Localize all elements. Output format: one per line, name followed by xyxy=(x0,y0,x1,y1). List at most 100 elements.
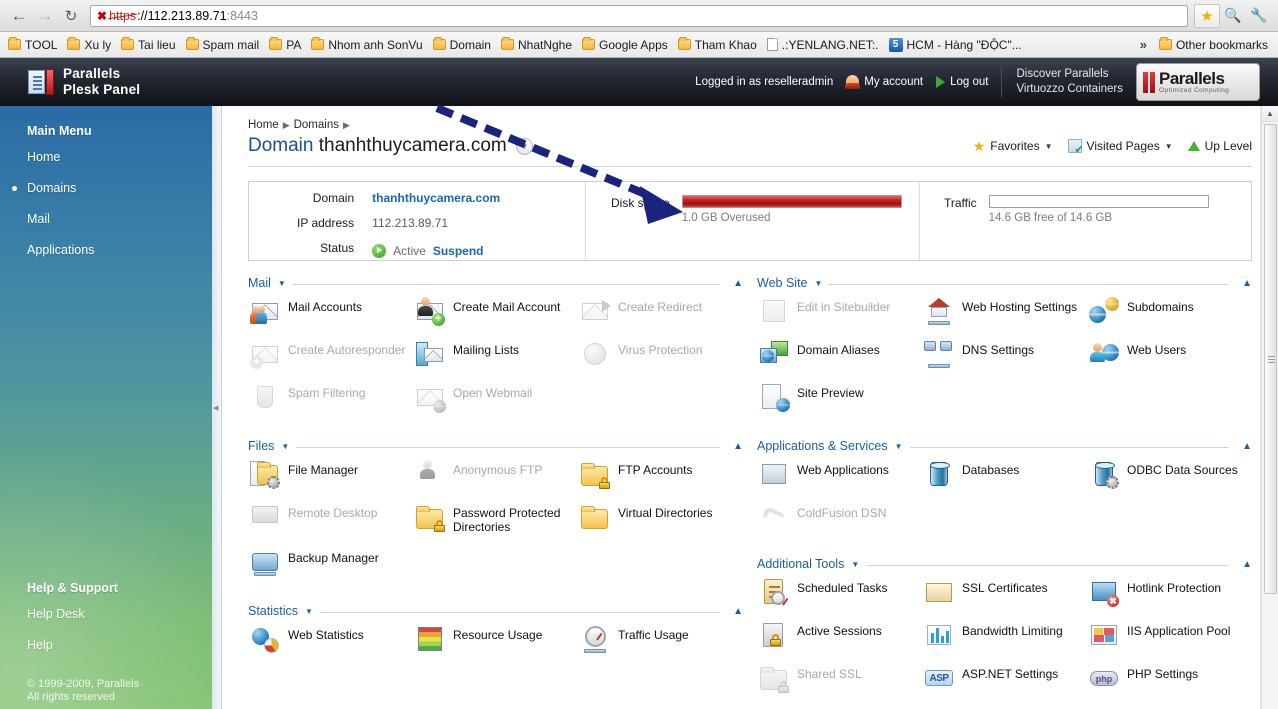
bookmark-star-icon[interactable]: ★ xyxy=(1194,3,1220,28)
section-collapse-icon[interactable]: ▲ xyxy=(727,606,743,617)
section-collapse-icon[interactable]: ▲ xyxy=(1236,559,1252,570)
bookmark-item[interactable]: Domain xyxy=(429,36,497,54)
address-bar[interactable]: ✖ https://112.213.89.71:8443 xyxy=(90,4,1188,27)
wrench-menu-icon[interactable]: 🔧 xyxy=(1246,4,1272,28)
plesk-logo[interactable]: Parallels Plesk Panel xyxy=(28,66,140,97)
tool-web-hosting-settings[interactable]: Web Hosting Settings xyxy=(922,292,1087,330)
tool-file-manager[interactable]: File Manager xyxy=(248,455,413,493)
tool-odbc-data-sources[interactable]: ODBC Data Sources xyxy=(1087,455,1252,493)
tool-web-applications[interactable]: Web Applications xyxy=(757,455,922,493)
tool-mail-accounts[interactable]: Mail Accounts xyxy=(248,292,413,330)
bookmark-item[interactable]: PA xyxy=(265,36,307,54)
suspend-link[interactable]: Suspend xyxy=(433,244,484,258)
chevron-down-icon: ▼ xyxy=(1044,141,1053,151)
bookmark-item[interactable]: Tham Khao xyxy=(674,36,763,54)
sidebar-item-home[interactable]: Home xyxy=(0,145,212,169)
chevron-down-icon[interactable]: ▼ xyxy=(851,560,859,569)
tool-databases[interactable]: Databases xyxy=(922,455,1087,493)
up-level-button[interactable]: Up Level xyxy=(1187,139,1252,153)
sidebar-item-mail[interactable]: Mail xyxy=(0,207,212,231)
back-arrow-icon[interactable]: ← xyxy=(6,3,32,29)
tool-web-statistics[interactable]: Web Statistics xyxy=(248,620,413,658)
tool-backup-manager[interactable]: Backup Manager xyxy=(248,543,413,581)
bookmark-item[interactable]: Xu ly xyxy=(63,36,117,54)
chevron-down-icon[interactable]: ▼ xyxy=(815,279,823,288)
bookmarks-overflow-button[interactable]: » xyxy=(1132,37,1155,52)
my-account-link[interactable]: My account xyxy=(845,75,923,89)
tool-dns-settings[interactable]: DNS Settings xyxy=(922,335,1087,373)
tool-site-preview[interactable]: Site Preview xyxy=(757,378,922,416)
chevron-down-circle-icon[interactable]: ▼ xyxy=(515,137,533,155)
tool-traffic-usage[interactable]: Traffic Usage xyxy=(578,620,743,658)
logged-in-label: Logged in as reselleradmin xyxy=(695,76,834,88)
tool-subdomains[interactable]: Subdomains xyxy=(1087,292,1252,330)
tool-resource-usage[interactable]: Resource Usage xyxy=(413,620,578,658)
up-arrow-icon xyxy=(1187,141,1200,151)
tool-domain-aliases[interactable]: Domain Aliases xyxy=(757,335,922,373)
tool-password-protected-directories[interactable]: Password Protected Directories xyxy=(413,498,578,538)
tool-asp-net-settings[interactable]: ASP ASP.NET Settings xyxy=(922,659,1087,697)
tool-hotlink-protection[interactable]: ✖ Hotlink Protection xyxy=(1087,573,1252,611)
section-mail-title[interactable]: Mail xyxy=(248,276,271,290)
section-website-title[interactable]: Web Site xyxy=(757,276,808,290)
bookmark-item[interactable]: 5 HCM - Hàng "ĐỘC"... xyxy=(885,36,1028,54)
sidebar-collapse-handle[interactable] xyxy=(212,106,222,709)
tool-ssl-certificates[interactable]: SSL Certificates xyxy=(922,573,1087,611)
zoom-icon[interactable]: 🔍 xyxy=(1220,4,1246,28)
ftp-accounts-icon xyxy=(580,459,610,489)
tool-create-mail-account[interactable]: + Create Mail Account xyxy=(413,292,578,330)
breadcrumb-home[interactable]: Home xyxy=(248,119,279,131)
chevron-down-icon[interactable]: ▼ xyxy=(895,442,903,451)
bookmark-item[interactable]: NhatNghe xyxy=(497,36,578,54)
discover-parallels-link[interactable]: Discover Parallels Virtuozzo Containers xyxy=(1001,67,1123,97)
other-bookmarks-button[interactable]: Other bookmarks xyxy=(1155,36,1274,54)
forward-arrow-icon[interactable]: → xyxy=(32,3,58,29)
bookmark-item[interactable]: .:YENLANG.NET:. xyxy=(763,36,885,54)
section-collapse-icon[interactable]: ▲ xyxy=(727,278,743,289)
bookmark-item[interactable]: TOOL xyxy=(4,36,63,54)
tool-active-sessions[interactable]: Active Sessions xyxy=(757,616,922,654)
chevron-down-icon[interactable]: ▼ xyxy=(281,442,289,451)
section-collapse-icon[interactable]: ▲ xyxy=(727,441,743,452)
tool-ftp-accounts[interactable]: FTP Accounts xyxy=(578,455,743,493)
sidebar-item-applications[interactable]: Applications xyxy=(0,238,212,262)
breadcrumb-domains[interactable]: Domains xyxy=(294,119,339,131)
favorites-button[interactable]: ★ Favorites ▼ xyxy=(973,139,1053,153)
section-collapse-icon[interactable]: ▲ xyxy=(1236,278,1252,289)
bookmark-item[interactable]: Spam mail xyxy=(182,36,266,54)
browser-toolbar: ← → ↻ ✖ https://112.213.89.71:8443 ★ 🔍 🔧 xyxy=(0,0,1278,32)
tool-label: Edit in Sitebuilder xyxy=(797,300,891,314)
bookmark-item[interactable]: Tai lieu xyxy=(117,36,181,54)
bookmark-item[interactable]: Google Apps xyxy=(578,36,674,54)
section-statistics-title[interactable]: Statistics xyxy=(248,604,298,618)
scrollbar-thumb[interactable] xyxy=(1264,124,1277,594)
tool-scheduled-tasks[interactable]: Scheduled Tasks xyxy=(757,573,922,611)
domain-value-link[interactable]: thanhthuycamera.com xyxy=(372,191,500,205)
tool-iis-application-pool[interactable]: IIS Application Pool xyxy=(1087,616,1252,654)
sidebar-item-help[interactable]: Help xyxy=(0,633,212,657)
page-scrollbar[interactable]: ▲ xyxy=(1261,106,1278,709)
section-files-title[interactable]: Files xyxy=(248,439,274,453)
tool-mailing-lists[interactable]: Mailing Lists xyxy=(413,335,578,373)
sidebar-item-help-desk[interactable]: Help Desk xyxy=(0,602,212,626)
log-out-link[interactable]: Log out xyxy=(936,76,988,88)
folder-icon xyxy=(121,37,135,50)
tool-shared-ssl: Shared SSL xyxy=(757,659,922,697)
visited-pages-button[interactable]: Visited Pages ▼ xyxy=(1067,139,1173,156)
tool-web-users[interactable]: Web Users xyxy=(1087,335,1252,373)
sidebar-item-domains[interactable]: Domains xyxy=(0,176,212,200)
chevron-down-icon[interactable]: ▼ xyxy=(278,279,286,288)
section-additional-title[interactable]: Additional Tools xyxy=(757,557,844,571)
tool-label: ColdFusion DSN xyxy=(797,506,887,520)
bookmark-item[interactable]: Nhom anh SonVu xyxy=(307,36,428,54)
tool-bandwidth-limiting[interactable]: Bandwidth Limiting xyxy=(922,616,1087,654)
tool-virtual-directories[interactable]: Virtual Directories xyxy=(578,498,743,538)
coldfusion-dsn-icon xyxy=(759,502,789,532)
section-collapse-icon[interactable]: ▲ xyxy=(1236,441,1252,452)
plesk-header: Parallels Plesk Panel Logged in as resel… xyxy=(0,58,1278,106)
chevron-down-icon[interactable]: ▼ xyxy=(305,607,313,616)
scroll-up-arrow[interactable]: ▲ xyxy=(1262,106,1278,122)
tool-php-settings[interactable]: php PHP Settings xyxy=(1087,659,1252,697)
reload-icon[interactable]: ↻ xyxy=(58,3,84,29)
section-applications-title[interactable]: Applications & Services xyxy=(757,439,888,453)
